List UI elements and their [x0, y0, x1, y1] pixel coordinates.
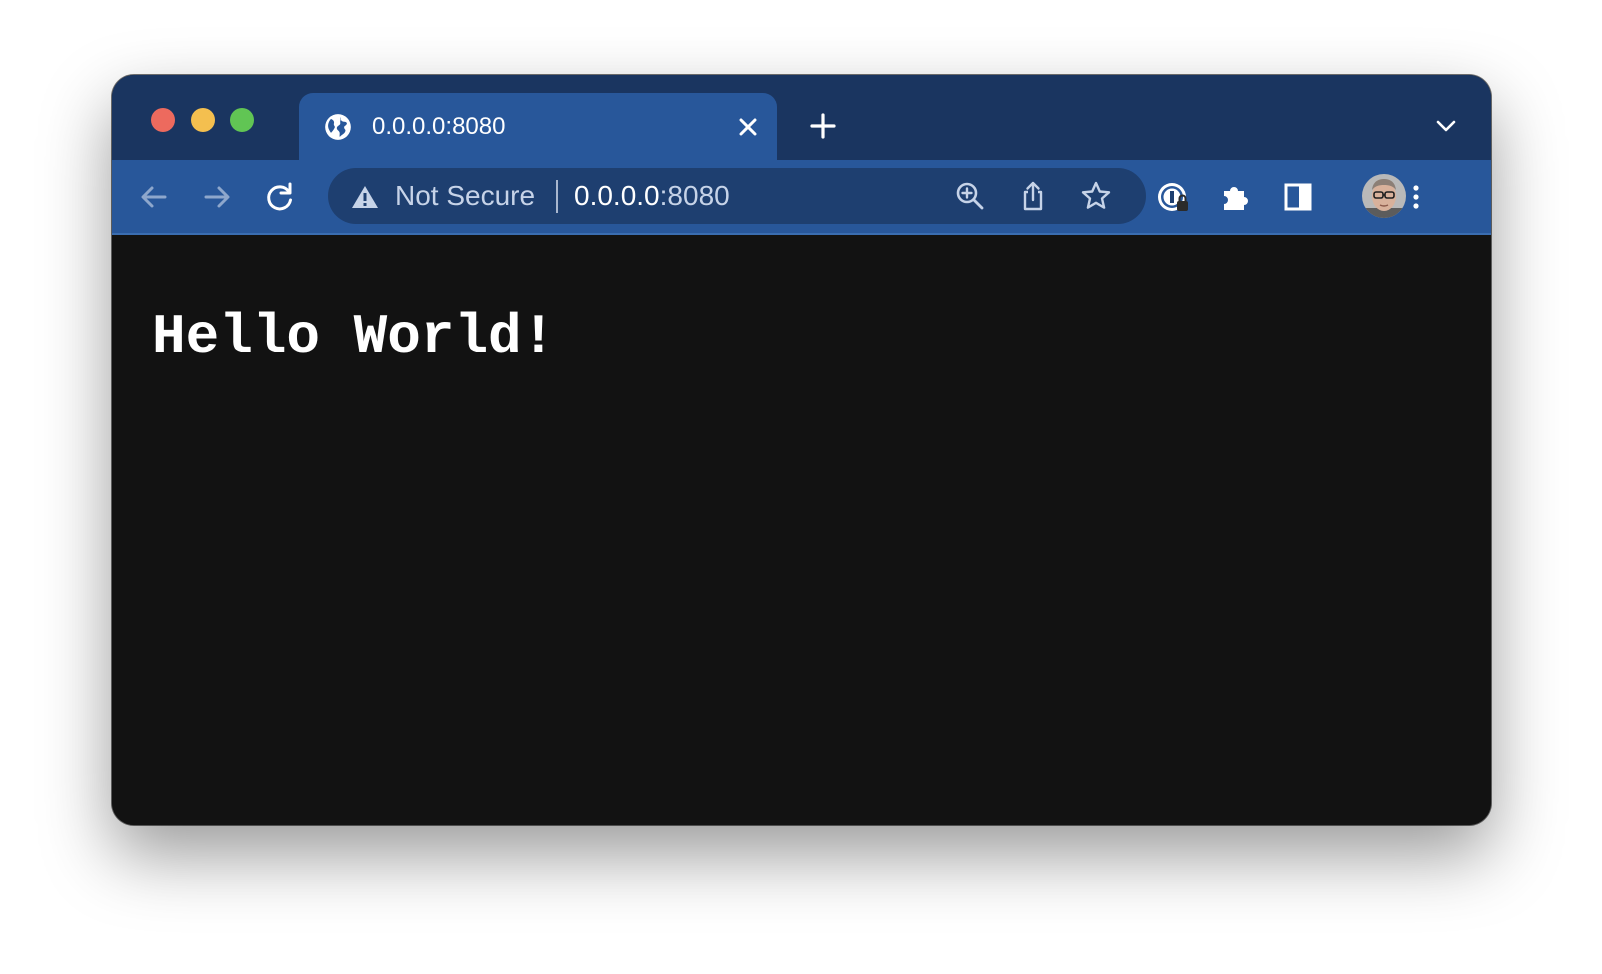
new-tab-button[interactable] [809, 112, 837, 140]
tab-strip: 0.0.0.0:8080 [112, 75, 1491, 160]
security-label[interactable]: Not Secure [395, 181, 535, 211]
browser-window: 0.0.0.0:8080 Not Secure 0.0.0.0:8080 Hel… [112, 75, 1491, 825]
window-close-button[interactable] [151, 108, 175, 132]
reload-icon[interactable] [263, 180, 297, 214]
forward-icon[interactable] [200, 180, 234, 214]
divider [556, 180, 558, 213]
share-icon[interactable] [1017, 180, 1049, 212]
active-tab[interactable]: 0.0.0.0:8080 [299, 93, 777, 160]
tab-title: 0.0.0.0:8080 [372, 113, 506, 140]
bookmark-star-icon[interactable] [1080, 180, 1112, 212]
page-content: Hello World! [112, 235, 1491, 825]
window-minimize-button[interactable] [191, 108, 215, 132]
window-zoom-button[interactable] [230, 108, 254, 132]
page-heading: Hello World! [152, 305, 556, 369]
toolbar: Not Secure 0.0.0.0:8080 [112, 160, 1491, 235]
zoom-icon[interactable] [954, 180, 986, 212]
warning-icon[interactable] [351, 184, 379, 210]
address-bar[interactable]: Not Secure 0.0.0.0:8080 [328, 168, 1146, 224]
url-text[interactable]: 0.0.0.0:8080 [574, 181, 730, 211]
back-icon[interactable] [137, 180, 171, 214]
menu-icon[interactable] [1399, 180, 1433, 214]
password-manager-icon[interactable] [1155, 178, 1193, 216]
side-panel-icon[interactable] [1281, 180, 1315, 214]
url-host: 0.0.0.0 [574, 180, 660, 211]
chevron-down-icon[interactable] [1434, 115, 1458, 137]
globe-icon [325, 114, 351, 140]
extensions-icon[interactable] [1218, 180, 1252, 214]
url-port: :8080 [659, 180, 730, 211]
close-icon[interactable] [737, 116, 759, 138]
